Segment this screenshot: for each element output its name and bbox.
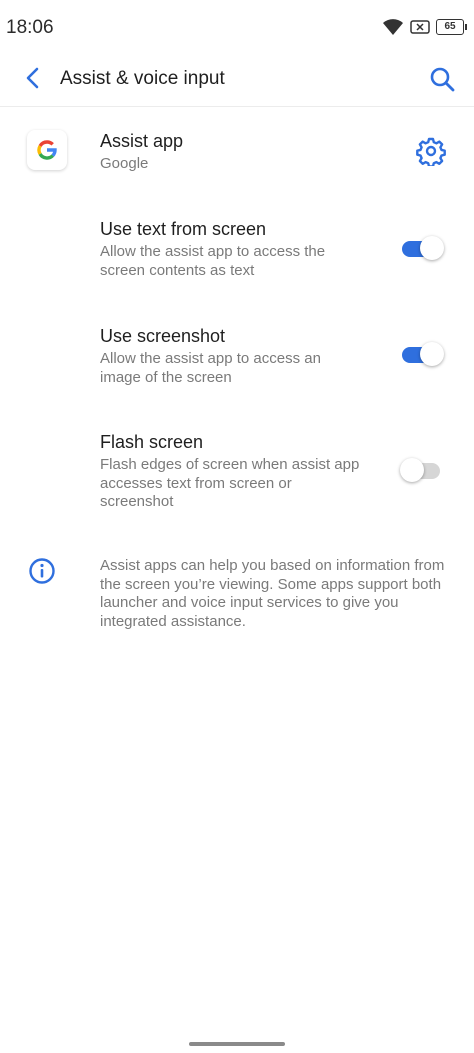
status-icons: 65 — [382, 18, 467, 36]
toggle-thumb — [420, 342, 444, 366]
use-text-from-screen-toggle[interactable] — [400, 236, 444, 260]
info-text: Assist apps can help you based on inform… — [100, 557, 445, 630]
page-title: Assist & voice input — [60, 68, 225, 89]
app-bar: Assist & voice input — [0, 56, 474, 107]
sim-icon — [410, 20, 430, 34]
search-icon[interactable] — [428, 65, 456, 93]
toggle-thumb — [400, 458, 424, 482]
back-arrow-icon[interactable] — [22, 66, 44, 90]
google-icon — [27, 130, 67, 170]
setting-subtitle: Allow the assist app to access the scree… — [100, 243, 326, 279]
setting-subtitle: Flash edges of screen when assist app ac… — [100, 456, 360, 510]
toggle-thumb — [420, 236, 444, 260]
gear-icon[interactable] — [416, 136, 446, 166]
assist-app-value: Google — [100, 155, 149, 172]
assist-app-title: Assist app — [100, 131, 184, 151]
use-screenshot-toggle[interactable] — [400, 342, 444, 366]
assist-app-row[interactable] — [0, 120, 474, 180]
status-time: 18:06 — [6, 17, 54, 38]
flash-screen-toggle[interactable] — [400, 458, 444, 482]
wifi-icon — [383, 19, 403, 35]
setting-title: Use screenshot — [100, 326, 226, 346]
status-bar: 18:06 65 — [0, 0, 474, 56]
setting-title: Use text from screen — [100, 219, 267, 239]
info-icon — [29, 558, 55, 584]
navigation-handle[interactable] — [189, 1042, 285, 1046]
setting-title: Flash screen — [100, 432, 204, 452]
battery-icon: 65 — [436, 19, 467, 35]
setting-subtitle: Allow the assist app to access an image … — [100, 350, 321, 386]
